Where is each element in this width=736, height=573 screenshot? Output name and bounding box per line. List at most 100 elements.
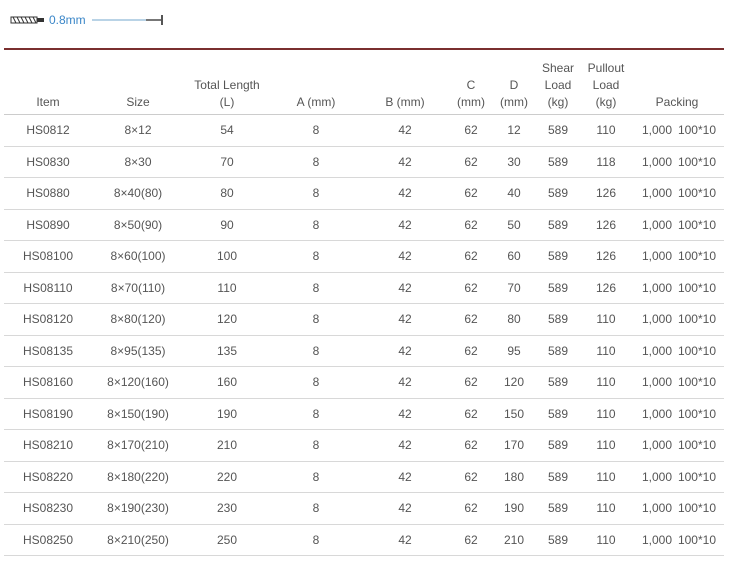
cell-b: 42 [362,461,448,493]
cell-c: 62 [448,303,494,336]
cell-b: 42 [362,177,448,210]
table-row: HS08230 8×190(230) 230 8 42 62 190 589 110 1,000 1… [4,492,724,525]
cell-c: 62 [448,524,494,556]
cell-size: 8×180(220) [92,461,184,493]
cell-packing: 1,000 100*10 [630,240,724,273]
cell-item: HS08100 [4,240,92,273]
cell-l: 190 [184,398,270,430]
cell-c: 62 [448,272,494,304]
cell-a: 8 [270,461,362,493]
cell-b: 42 [362,114,448,147]
anchor-rod-icon [91,15,163,25]
cell-size: 8×210(250) [92,524,184,556]
col-b: B (mm) [362,55,448,115]
cell-packing: 1,000 100*10 [630,177,724,210]
cell-b: 42 [362,492,448,525]
cell-d: 95 [494,335,534,367]
cell-a: 8 [270,146,362,178]
cell-d: 12 [494,114,534,147]
cell-c: 62 [448,209,494,241]
cell-shear: 589 [534,272,582,304]
packing-qty: 1,000 [641,343,672,358]
cell-l: 250 [184,524,270,556]
cell-l: 100 [184,240,270,273]
cell-item: HS08110 [4,272,92,304]
packing-format: 100*10 [677,375,716,390]
table-row: HS08210 8×170(210) 210 8 42 62 170 589 110 1,000 1… [4,429,724,462]
table-row: HS08100 8×60(100) 100 8 42 62 60 589 126 1,000 100… [4,240,724,273]
cell-a: 8 [270,366,362,399]
packing-qty: 1,000 [641,375,672,390]
cell-packing: 1,000 100*10 [630,209,724,241]
cell-packing: 1,000 100*10 [630,461,724,493]
cell-pullout: 118 [582,146,630,178]
cell-pullout: 110 [582,114,630,147]
packing-format: 100*10 [677,186,716,201]
cell-size: 8×150(190) [92,398,184,430]
cell-d: 70 [494,272,534,304]
cell-pullout: 110 [582,461,630,493]
cell-packing: 1,000 100*10 [630,524,724,556]
cell-item: HS08220 [4,461,92,493]
cell-d: 190 [494,492,534,525]
cell-pullout: 110 [582,524,630,556]
cell-item: HS0830 [4,146,92,178]
cell-shear: 589 [534,335,582,367]
cell-item: HS08120 [4,303,92,336]
cell-l: 70 [184,146,270,178]
cell-a: 8 [270,492,362,525]
col-packing: Packing [630,55,724,115]
packing-format: 100*10 [677,280,716,295]
cell-shear: 589 [534,524,582,556]
table-row: HS08250 8×210(250) 250 8 42 62 210 589 110 1,000 1… [4,524,724,556]
cell-item: HS08210 [4,429,92,462]
cell-packing: 1,000 100*10 [630,366,724,399]
cell-c: 62 [448,177,494,210]
cell-shear: 589 [534,398,582,430]
col-size: Size [92,55,184,115]
cell-l: 135 [184,335,270,367]
cell-packing: 1,000 100*10 [630,272,724,304]
cell-item: HS08230 [4,492,92,525]
col-total-length: Total Length (L) [184,55,270,115]
table-row: HS08110 8×70(110) 110 8 42 62 70 589 126 1,000 100… [4,272,724,304]
cell-l: 54 [184,114,270,147]
cell-b: 42 [362,272,448,304]
table-row: HS0830 8×30 70 8 42 62 30 589 118 1,000 100*10 [4,146,724,178]
packing-qty: 1,000 [641,312,672,327]
packing-format: 100*10 [677,154,716,169]
table-row: HS08220 8×180(220) 220 8 42 62 180 589 110 1,000 1… [4,461,724,493]
cell-size: 8×190(230) [92,492,184,525]
cell-b: 42 [362,429,448,462]
cell-packing: 1,000 100*10 [630,146,724,178]
cell-d: 40 [494,177,534,210]
cell-pullout: 110 [582,303,630,336]
cell-packing: 1,000 100*10 [630,398,724,430]
cell-a: 8 [270,209,362,241]
cell-d: 50 [494,209,534,241]
cell-pullout: 110 [582,429,630,462]
cell-b: 42 [362,209,448,241]
spec-table: Item Size Total Length (L) A (mm) B (mm) … [4,55,724,556]
cell-c: 62 [448,366,494,399]
cell-b: 42 [362,398,448,430]
packing-format: 100*10 [677,343,716,358]
cell-item: HS08190 [4,398,92,430]
cell-a: 8 [270,398,362,430]
packing-format: 100*10 [677,501,716,516]
cell-item: HS08160 [4,366,92,399]
cell-size: 8×50(90) [92,209,184,241]
cell-a: 8 [270,303,362,336]
cell-l: 90 [184,209,270,241]
cell-a: 8 [270,114,362,147]
cell-l: 110 [184,272,270,304]
col-c: C (mm) [448,55,494,115]
packing-format: 100*10 [677,469,716,484]
cell-b: 42 [362,335,448,367]
cell-item: HS08135 [4,335,92,367]
packing-qty: 1,000 [641,217,672,232]
cell-item: HS08250 [4,524,92,556]
cell-size: 8×60(100) [92,240,184,273]
cell-c: 62 [448,335,494,367]
packing-format: 100*10 [677,249,716,264]
